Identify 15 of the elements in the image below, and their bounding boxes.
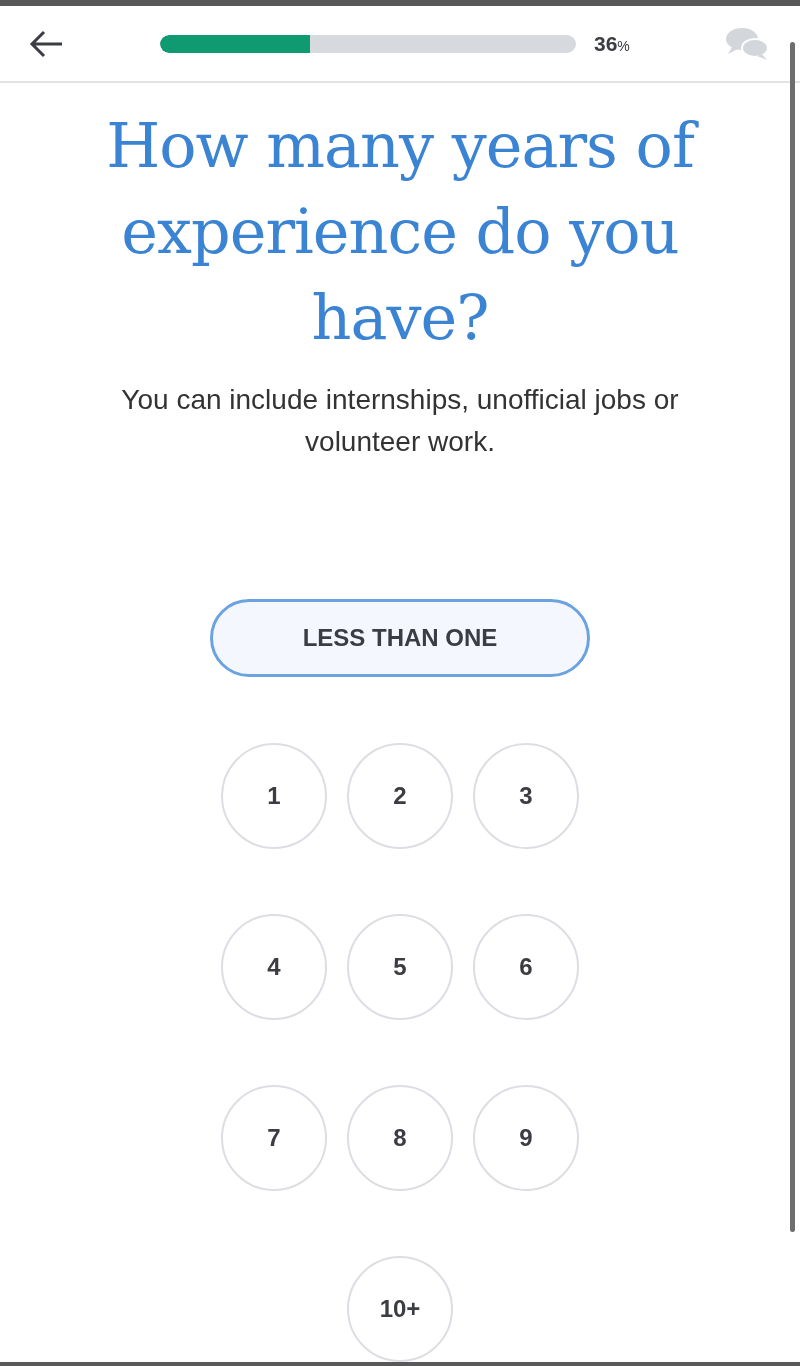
answer-option[interactable]: 3 — [473, 743, 579, 849]
answer-option[interactable]: 9 — [473, 1085, 579, 1191]
answer-option[interactable]: 4 — [221, 914, 327, 1020]
answer-option[interactable]: 2 — [347, 743, 453, 849]
answer-option[interactable]: 5 — [347, 914, 453, 1020]
answer-option[interactable]: 8 — [347, 1085, 453, 1191]
answer-option[interactable]: 10+ — [347, 1256, 453, 1362]
answer-option[interactable]: 1 — [221, 743, 327, 849]
question-title: How many years of experience do you have? — [40, 103, 760, 362]
answer-option[interactable]: 7 — [221, 1085, 327, 1191]
chat-bubbles-icon — [724, 25, 770, 62]
answer-option[interactable]: 6 — [473, 914, 579, 1020]
question-subtitle: You can include internships, unofficial jobs or volunteer work. — [120, 383, 680, 460]
progress-percent: 36% — [594, 31, 631, 56]
answer-option[interactable]: LESS THAN ONE — [210, 599, 590, 677]
